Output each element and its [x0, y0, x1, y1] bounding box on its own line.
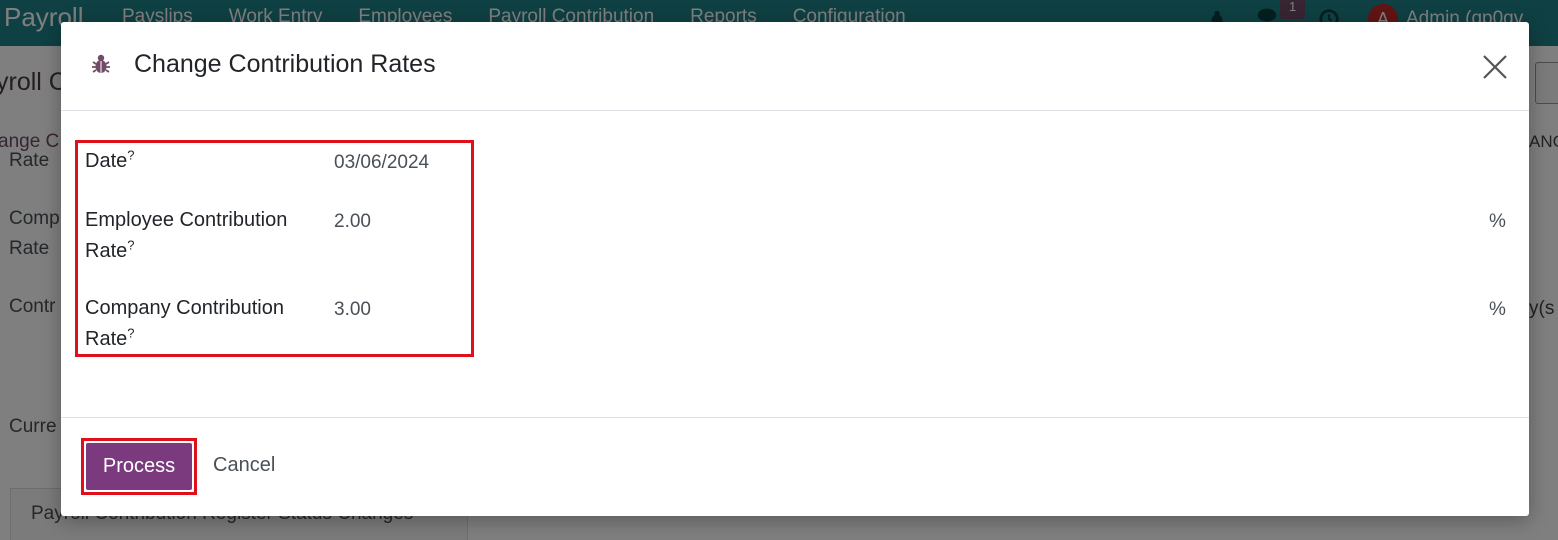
help-tooltip-icon[interactable]: ? [127, 237, 134, 252]
company-rate-label-line1: Company Contribution [85, 297, 284, 319]
change-contribution-dialog: Change Contribution Rates Date? 03/06/20… [61, 22, 1529, 516]
dialog-footer: Process Cancel [61, 417, 1529, 516]
cancel-button[interactable]: Cancel [213, 454, 275, 477]
employee-rate-label-line1: Employee Contribution [85, 209, 288, 231]
company-rate-label-line2: Rate [85, 328, 128, 350]
dialog-header: Change Contribution Rates [61, 22, 1529, 111]
date-field[interactable]: 03/06/2024 [334, 147, 429, 178]
employee-rate-label: Employee Contribution Rate? [85, 205, 315, 267]
date-label-text: Date [85, 150, 128, 172]
employee-rate-field[interactable]: 2.00 [334, 206, 371, 237]
help-tooltip-icon[interactable]: ? [127, 325, 134, 340]
dialog-title: Change Contribution Rates [134, 50, 436, 78]
employee-rate-label-line2: Rate [85, 240, 128, 262]
company-rate-label: Company Contribution Rate? [85, 293, 315, 355]
date-label: Date? [85, 146, 315, 177]
company-rate-field[interactable]: 3.00 [334, 294, 371, 325]
employee-rate-unit: % [1489, 211, 1506, 232]
process-button[interactable]: Process [86, 443, 192, 490]
bug-icon [92, 54, 110, 73]
help-tooltip-icon[interactable]: ? [127, 147, 134, 162]
process-highlight: Process [81, 438, 197, 495]
close-icon[interactable] [1480, 52, 1510, 82]
company-rate-unit: % [1489, 299, 1506, 320]
